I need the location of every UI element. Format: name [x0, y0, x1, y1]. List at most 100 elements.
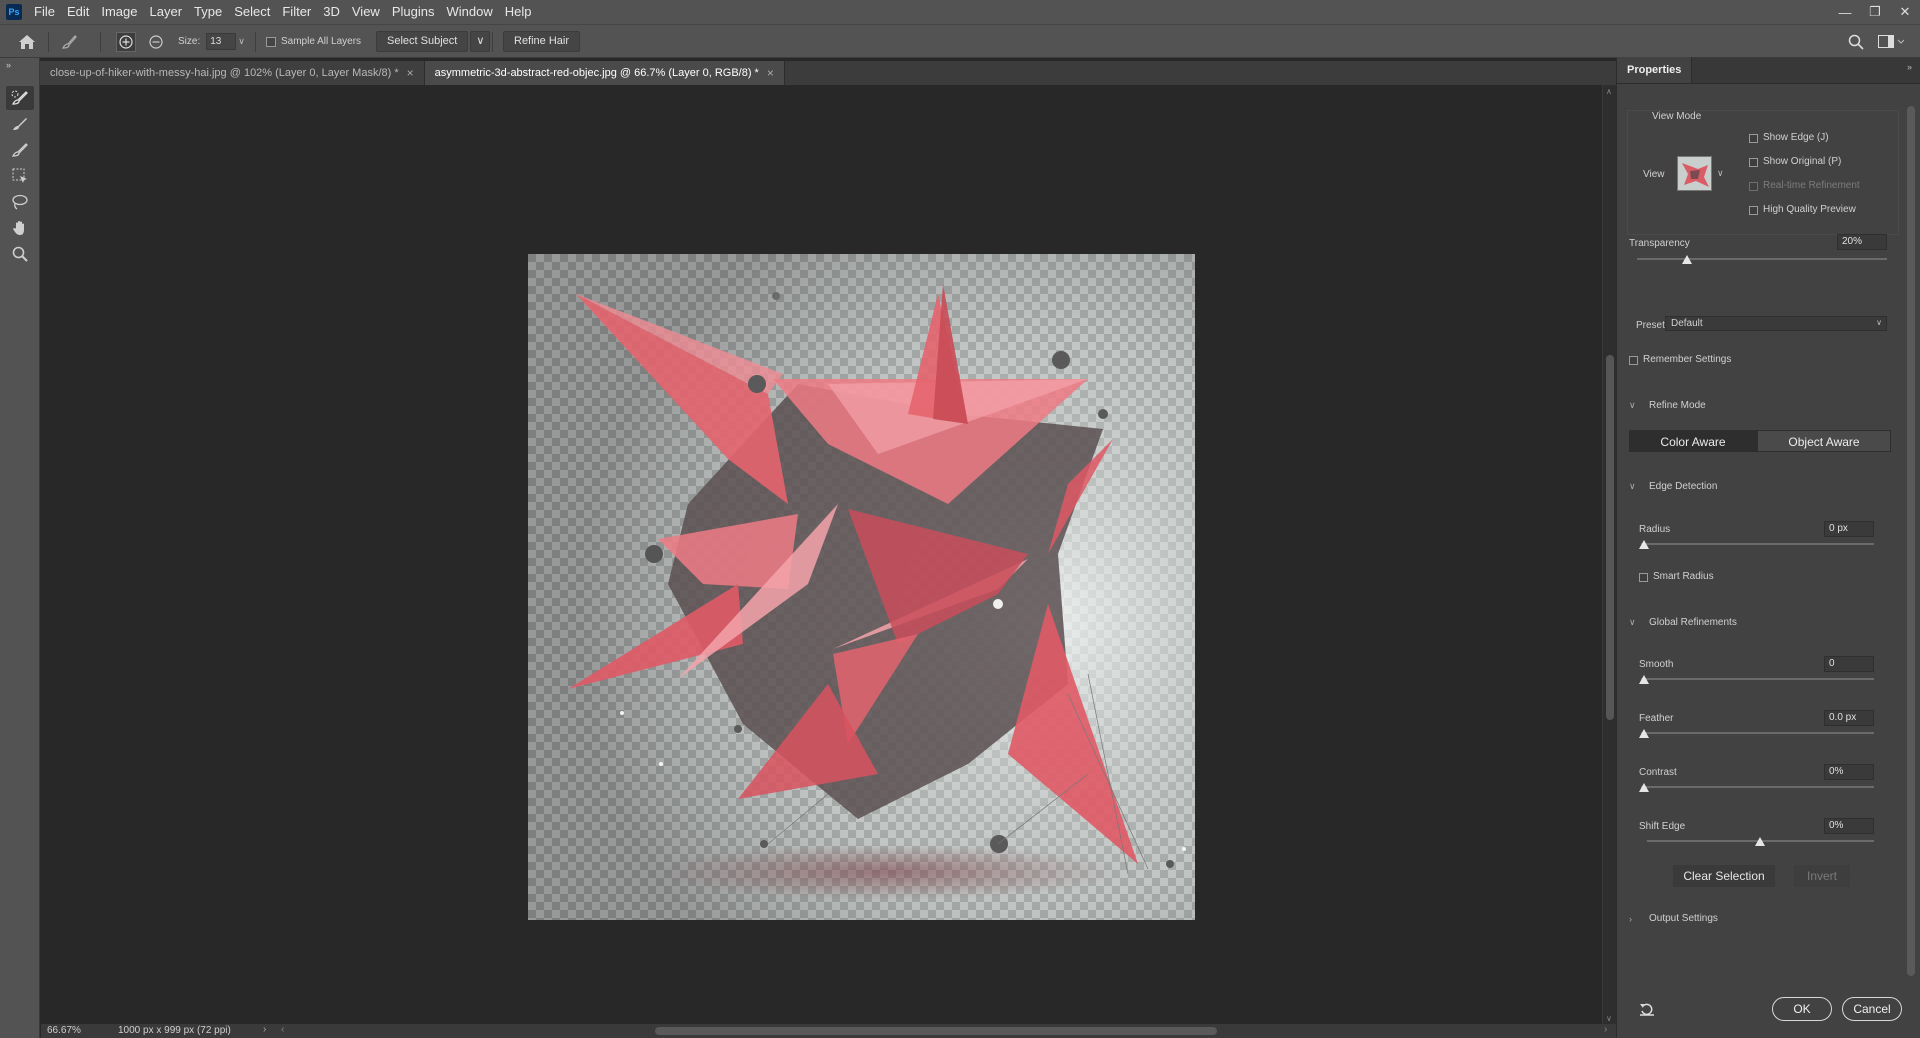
document-image[interactable]: [528, 254, 1195, 920]
hand-icon[interactable]: [6, 216, 34, 240]
view-mode-title: View Mode: [1652, 111, 1702, 122]
transparency-input[interactable]: 20%: [1837, 234, 1887, 250]
size-input[interactable]: 13: [206, 33, 237, 50]
size-label: Size:: [178, 36, 201, 47]
quick-selection-tool-icon[interactable]: [6, 86, 34, 110]
vertical-scroll-thumb[interactable]: [1606, 355, 1614, 720]
refine-hair-button[interactable]: Refine Hair: [503, 31, 581, 52]
refine-mode-section[interactable]: ∨ Refine Mode: [1629, 400, 1706, 411]
restore-icon[interactable]: ❐: [1860, 0, 1890, 24]
menu-select[interactable]: Select: [228, 0, 276, 24]
smooth-slider-thumb[interactable]: [1639, 675, 1649, 684]
menu-3d[interactable]: 3D: [317, 0, 346, 24]
menu-plugins[interactable]: Plugins: [386, 0, 441, 24]
menu-view[interactable]: View: [346, 0, 386, 24]
smooth-slider[interactable]: [1641, 678, 1874, 680]
shift-edge-slider-thumb[interactable]: [1755, 837, 1765, 846]
shift-edge-label: Shift Edge: [1639, 821, 1686, 832]
collapse-panel-icon[interactable]: »: [6, 60, 11, 70]
status-menu-arrow-icon[interactable]: ›: [263, 1024, 266, 1035]
collapse-panel-icon[interactable]: »: [1907, 62, 1912, 72]
feather-slider-thumb[interactable]: [1639, 729, 1649, 738]
chevron-down-icon: ∨: [1629, 481, 1636, 491]
reset-icon[interactable]: [1639, 1002, 1655, 1019]
workspace-icon[interactable]: [1878, 25, 1904, 58]
contrast-slider-thumb[interactable]: [1639, 783, 1649, 792]
scroll-up-icon[interactable]: ∧: [1606, 87, 1612, 96]
select-subject-button[interactable]: Select Subject: [376, 31, 469, 52]
show-edge-checkbox[interactable]: [1749, 134, 1758, 143]
home-icon[interactable]: [18, 25, 36, 58]
chevron-down-icon[interactable]: ∨: [1717, 168, 1724, 179]
menu-edit[interactable]: Edit: [61, 0, 95, 24]
edge-detection-section[interactable]: ∨ Edge Detection: [1629, 481, 1717, 492]
add-mode-icon[interactable]: [116, 25, 136, 58]
radius-input[interactable]: 0 px: [1824, 521, 1874, 537]
smart-radius-checkbox[interactable]: [1639, 573, 1648, 582]
menu-layer[interactable]: Layer: [144, 0, 189, 24]
show-original-checkbox[interactable]: [1749, 158, 1758, 167]
invert-button[interactable]: Invert: [1794, 865, 1850, 887]
menu-filter[interactable]: Filter: [276, 0, 317, 24]
realtime-refinement-label: Real-time Refinement: [1763, 180, 1860, 191]
scroll-down-icon[interactable]: ∨: [1606, 1014, 1612, 1023]
menu-file[interactable]: File: [28, 0, 61, 24]
scroll-right-icon[interactable]: ›: [1604, 1024, 1607, 1035]
tab-abstract-document[interactable]: asymmetric-3d-abstract-red-objec.jpg @ 6…: [424, 61, 785, 85]
color-aware-button[interactable]: Color Aware: [1629, 430, 1757, 452]
contrast-slider[interactable]: [1641, 786, 1874, 788]
object-aware-button[interactable]: Object Aware: [1757, 430, 1891, 452]
panel-scrollbar[interactable]: [1905, 90, 1917, 1034]
scroll-left-icon[interactable]: ‹: [281, 1024, 284, 1035]
tab-hiker-document[interactable]: close-up-of-hiker-with-messy-hai.jpg @ 1…: [40, 61, 425, 85]
remember-settings-checkbox[interactable]: [1629, 356, 1638, 365]
chevron-down-icon[interactable]: ∨: [238, 36, 245, 47]
zoom-icon[interactable]: [6, 242, 34, 266]
transparency-slider[interactable]: [1637, 258, 1887, 260]
preset-dropdown[interactable]: Default ∨: [1665, 316, 1887, 331]
view-mode-thumbnail[interactable]: [1677, 156, 1712, 191]
transparency-slider-thumb[interactable]: [1682, 255, 1692, 264]
select-subject-dropdown-icon[interactable]: ∨: [470, 31, 491, 52]
high-quality-preview-checkbox[interactable]: [1749, 206, 1758, 215]
menu-help[interactable]: Help: [499, 0, 538, 24]
panel-scroll-thumb[interactable]: [1907, 106, 1915, 976]
zoom-level[interactable]: 66.67%: [47, 1025, 81, 1036]
close-window-icon[interactable]: ✕: [1890, 0, 1920, 24]
smooth-input[interactable]: 0: [1824, 656, 1874, 672]
output-settings-section[interactable]: › Output Settings: [1629, 913, 1718, 924]
close-icon[interactable]: ×: [407, 66, 414, 80]
preset-value: Default: [1671, 318, 1703, 329]
radius-slider[interactable]: [1641, 543, 1874, 545]
contrast-input[interactable]: 0%: [1824, 764, 1874, 780]
cancel-button[interactable]: Cancel: [1842, 997, 1902, 1021]
global-refinements-section[interactable]: ∨ Global Refinements: [1629, 617, 1737, 628]
canvas-vertical-scrollbar[interactable]: ∧ ∨: [1602, 85, 1616, 1025]
clear-selection-button[interactable]: Clear Selection: [1673, 865, 1775, 887]
canvas-area[interactable]: [41, 85, 1602, 1025]
search-icon[interactable]: [1848, 25, 1864, 58]
horizontal-scroll-thumb[interactable]: [655, 1027, 1217, 1035]
minimize-icon[interactable]: —: [1830, 0, 1860, 24]
ok-button[interactable]: OK: [1772, 997, 1832, 1021]
edge-detection-title: Edge Detection: [1649, 481, 1718, 492]
object-selection-icon[interactable]: [6, 164, 34, 188]
sample-all-layers-checkbox[interactable]: [266, 36, 276, 47]
feather-slider[interactable]: [1641, 732, 1874, 734]
refine-edge-brush-icon[interactable]: [6, 112, 34, 136]
close-icon[interactable]: ×: [767, 66, 774, 80]
remember-settings-label: Remember Settings: [1643, 354, 1732, 365]
lasso-icon[interactable]: [6, 190, 34, 214]
feather-input[interactable]: 0.0 px: [1824, 710, 1874, 726]
brush-icon[interactable]: [6, 138, 34, 162]
menu-type[interactable]: Type: [188, 0, 228, 24]
brush-tool-icon[interactable]: [60, 25, 78, 58]
menu-image[interactable]: Image: [95, 0, 143, 24]
shift-edge-input[interactable]: 0%: [1824, 818, 1874, 834]
radius-slider-thumb[interactable]: [1639, 540, 1649, 549]
contrast-label: Contrast: [1639, 767, 1677, 778]
tab-properties[interactable]: Properties: [1617, 57, 1693, 83]
menu-window[interactable]: Window: [440, 0, 498, 24]
realtime-refinement-checkbox: [1749, 182, 1758, 191]
subtract-mode-icon[interactable]: [147, 25, 165, 58]
